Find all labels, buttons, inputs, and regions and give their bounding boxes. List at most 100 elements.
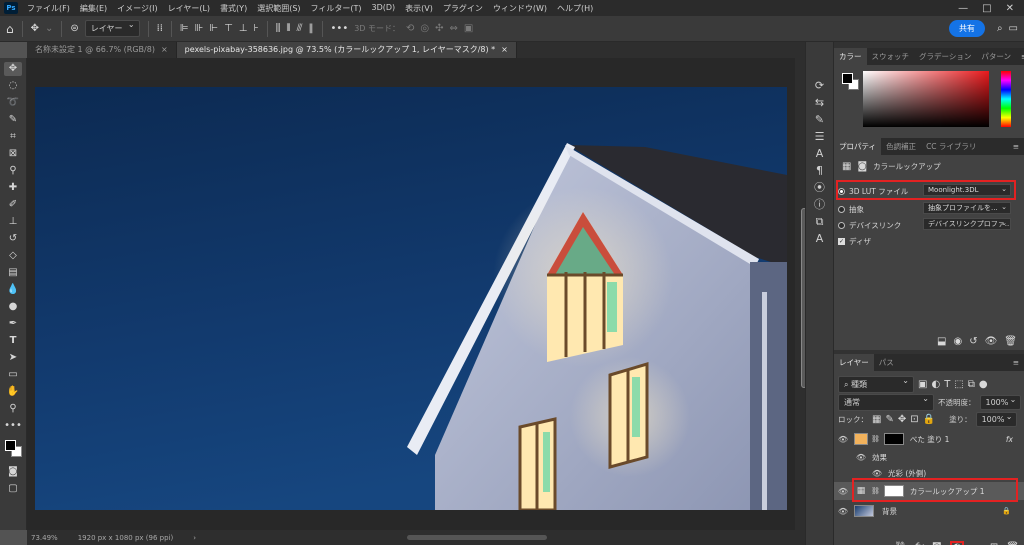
transform-controls-icon[interactable]: ⁞⁞: [157, 23, 163, 34]
panel-menu-icon[interactable]: ≡: [1008, 138, 1024, 155]
devicelink-dropdown[interactable]: デバイスリンクプロファ...: [923, 218, 1011, 230]
close-icon[interactable]: ×: [501, 45, 508, 54]
visibility-icon[interactable]: 👁: [836, 487, 850, 496]
color-swatches[interactable]: [3, 438, 23, 458]
brush-settings-icon[interactable]: ✎: [815, 114, 824, 125]
layer-select-dropdown[interactable]: レイヤー: [84, 20, 140, 37]
clip-to-layer-icon[interactable]: ⬓: [937, 337, 946, 347]
menu-file[interactable]: ファイル(F): [22, 3, 75, 14]
reset-icon[interactable]: ↺: [969, 337, 977, 347]
tab-paths[interactable]: パス: [874, 354, 899, 371]
distribute-2-icon[interactable]: ⫴: [286, 23, 290, 34]
healing-brush-tool-icon[interactable]: ✚: [4, 181, 22, 195]
opacity-input[interactable]: 100%: [979, 395, 1022, 410]
align-hcenter-icon[interactable]: ⊪: [195, 23, 204, 34]
menu-select[interactable]: 選択範囲(S): [252, 3, 305, 14]
quick-mask-icon[interactable]: ◙: [4, 465, 22, 479]
path-select-tool-icon[interactable]: ➤: [4, 351, 22, 365]
crop-tool-icon[interactable]: ⌗: [4, 130, 22, 144]
3d-slide-icon[interactable]: ⇔: [450, 23, 458, 34]
tab-pexels[interactable]: pexels-pixabay-358636.jpg @ 73.5% (カラールッ…: [176, 42, 517, 58]
move-tool-icon[interactable]: ✥: [4, 62, 22, 76]
vertical-scrollbar[interactable]: [795, 58, 807, 530]
glyphs-icon[interactable]: ⦿: [814, 182, 825, 193]
dodge-tool-icon[interactable]: ●: [4, 300, 22, 314]
dither-row[interactable]: ✓ ディザ: [838, 236, 871, 247]
character-icon[interactable]: A: [816, 148, 824, 159]
type-filter-icon[interactable]: T: [944, 379, 950, 390]
layer-row-fill[interactable]: 👁 ⛓ べた 塗り 1 fx: [834, 430, 1024, 448]
auto-select-icon[interactable]: ⊜: [70, 23, 78, 34]
3d-pan-icon[interactable]: ✣: [435, 23, 443, 34]
tab-layers[interactable]: レイヤー: [834, 354, 874, 371]
frame-tool-icon[interactable]: ⊠: [4, 147, 22, 161]
tab-cc-libraries[interactable]: CC ライブラリ: [921, 138, 981, 155]
distribute-icon[interactable]: ⫼: [276, 23, 281, 34]
tab-adjustments[interactable]: 色調補正: [881, 138, 921, 155]
dither-checkbox[interactable]: ✓: [838, 238, 845, 245]
align-vcenter-icon[interactable]: ⊥: [239, 23, 248, 34]
adjustment-filter-icon[interactable]: ◐: [931, 379, 940, 390]
tab-swatches[interactable]: スウォッチ: [867, 48, 915, 65]
foreground-color-swatch[interactable]: [5, 440, 16, 451]
new-adjustment-layer-icon[interactable]: ◐: [949, 541, 965, 545]
clone-source-icon[interactable]: ⧉: [816, 216, 824, 227]
lasso-tool-icon[interactable]: ➰: [4, 96, 22, 110]
eraser-tool-icon[interactable]: ◇: [4, 249, 22, 263]
abstract-radio[interactable]: [838, 206, 845, 213]
align-right-icon[interactable]: ⊩: [209, 23, 218, 34]
foreground-color-swatch[interactable]: [842, 73, 853, 84]
marquee-tool-icon[interactable]: ◌: [4, 79, 22, 93]
fill-input[interactable]: 100%: [975, 412, 1018, 427]
history-brush-tool-icon[interactable]: ↺: [4, 232, 22, 246]
align-left-icon[interactable]: ⊫: [180, 23, 189, 34]
smart-object-filter-icon[interactable]: ⧉: [968, 379, 975, 390]
minimize-button[interactable]: —: [958, 3, 968, 14]
menu-help[interactable]: ヘルプ(H): [552, 3, 598, 14]
tab-untitled[interactable]: 名称未設定 1 @ 66.7% (RGB/8) ×: [27, 42, 177, 58]
panel-menu-icon[interactable]: ≡: [1016, 48, 1024, 65]
lock-pixels-icon[interactable]: ✎: [885, 414, 893, 425]
menu-type[interactable]: 書式(Y): [215, 3, 252, 14]
type-tool-icon[interactable]: T: [4, 334, 22, 348]
delete-icon[interactable]: 🗑: [1004, 337, 1017, 347]
close-window-button[interactable]: ✕: [1006, 3, 1014, 14]
horizontal-scrollbar[interactable]: [407, 535, 547, 540]
status-arrow[interactable]: ›: [193, 534, 196, 542]
adjustments-icon[interactable]: ⇆: [815, 97, 824, 108]
move-tool-icon[interactable]: ✥: [31, 23, 39, 34]
layer-row-background[interactable]: 👁 背景 🔒: [834, 502, 1024, 520]
sliders-icon[interactable]: ☰: [815, 131, 825, 142]
pen-tool-icon[interactable]: ✒: [4, 317, 22, 331]
hue-slider[interactable]: [1001, 71, 1011, 127]
quick-select-tool-icon[interactable]: ✎: [4, 113, 22, 127]
visibility-icon[interactable]: 👁: [836, 435, 850, 444]
shape-filter-icon[interactable]: ⬚: [954, 379, 963, 390]
tab-patterns[interactable]: パターン: [976, 48, 1016, 65]
menu-filter[interactable]: フィルター(T): [306, 3, 367, 14]
screen-mode-icon[interactable]: ▢: [4, 482, 22, 496]
fx-badge[interactable]: fx: [1006, 435, 1013, 444]
devicelink-radio[interactable]: [838, 222, 845, 229]
layer-kind-filter[interactable]: ⌕ 種類: [838, 376, 914, 393]
mask-icon[interactable]: ◙: [857, 161, 867, 172]
eyedropper-tool-icon[interactable]: ⚲: [4, 164, 22, 178]
edit-toolbar-icon[interactable]: •••: [4, 419, 22, 433]
brush-tool-icon[interactable]: ✐: [4, 198, 22, 212]
share-button[interactable]: 共有: [948, 20, 985, 37]
filter-toggle-icon[interactable]: ●: [979, 379, 988, 390]
gradient-tool-icon[interactable]: ▤: [4, 266, 22, 280]
lock-transparent-icon[interactable]: ▦: [872, 414, 881, 425]
blur-tool-icon[interactable]: 💧: [4, 283, 22, 297]
align-top-icon[interactable]: ⊤: [224, 23, 233, 34]
tab-properties[interactable]: プロパティ: [834, 138, 882, 155]
history-icon[interactable]: ⟳: [815, 80, 824, 91]
hand-tool-icon[interactable]: ✋: [4, 385, 22, 399]
menu-3d[interactable]: 3D(D): [367, 3, 401, 14]
3d-scale-icon[interactable]: ▣: [464, 23, 473, 34]
menu-layer[interactable]: レイヤー(L): [163, 3, 215, 14]
lock-artboard-icon[interactable]: ⊡: [910, 414, 918, 425]
chevron-down-icon[interactable]: ⌄: [45, 23, 53, 34]
distribute-3-icon[interactable]: ⫻: [297, 23, 303, 34]
maximize-button[interactable]: □: [982, 3, 991, 14]
